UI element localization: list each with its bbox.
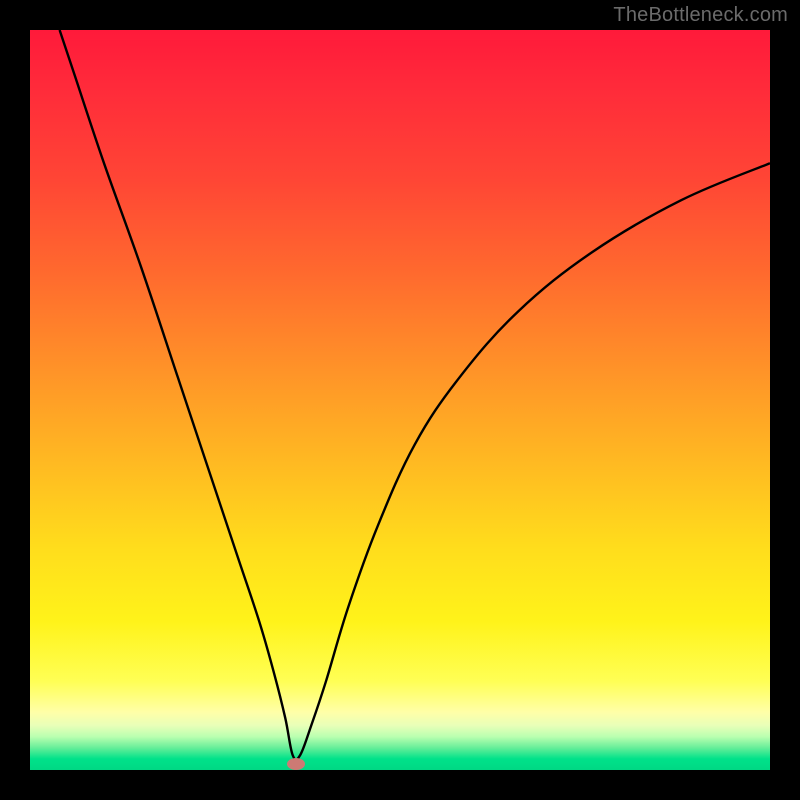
plot-area bbox=[30, 30, 770, 770]
optimal-point-marker bbox=[287, 758, 305, 770]
curve-svg bbox=[30, 30, 770, 770]
watermark-text: TheBottleneck.com bbox=[613, 4, 788, 27]
bottleneck-curve bbox=[60, 30, 770, 760]
